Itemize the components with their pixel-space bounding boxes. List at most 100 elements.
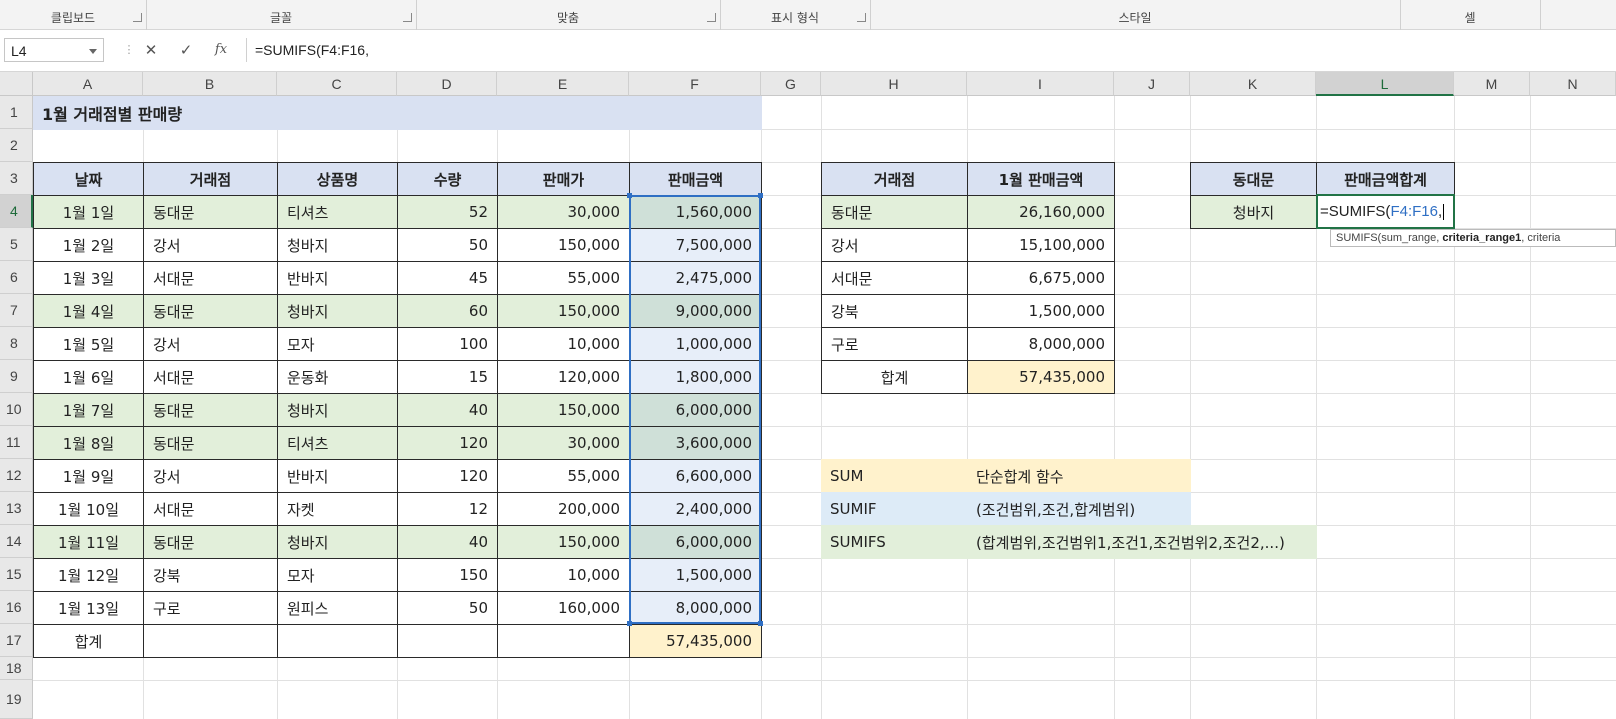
selected-range-f4-f16[interactable] [627, 193, 763, 626]
table-cell[interactable] [143, 624, 278, 658]
row-header-7[interactable]: 7 [0, 294, 33, 327]
row-header-10[interactable]: 10 [0, 393, 33, 426]
row-header-5[interactable]: 5 [0, 228, 33, 261]
formula-input[interactable]: =SUMIFS(F4:F16, [246, 38, 1612, 62]
table-cell[interactable]: 동대문 [143, 426, 278, 460]
table-cell[interactable]: 160,000 [497, 591, 630, 625]
selection-handle[interactable] [627, 193, 632, 198]
table-cell[interactable]: 청바지 [277, 525, 398, 559]
table-cell[interactable] [397, 624, 498, 658]
name-box[interactable]: L4 [4, 38, 104, 62]
table-cell[interactable]: 12 [397, 492, 498, 526]
table-cell[interactable]: 모자 [277, 327, 398, 361]
selection-handle[interactable] [758, 193, 763, 198]
note-description[interactable]: 단순합계 함수 [967, 459, 1191, 493]
table-cell[interactable]: 청바지 [277, 393, 398, 427]
note-description[interactable]: (합계범위,조건범위1,조건1,조건범위2,조건2,...) [967, 525, 1317, 559]
row-header-8[interactable]: 8 [0, 327, 33, 360]
table-cell[interactable]: 구로 [143, 591, 278, 625]
table-cell[interactable]: 모자 [277, 558, 398, 592]
summary-total-value[interactable]: 57,435,000 [967, 360, 1115, 394]
table-header[interactable]: 상품명 [277, 162, 398, 196]
table-cell[interactable]: 청바지 [277, 228, 398, 262]
table-cell[interactable]: 40 [397, 525, 498, 559]
table-cell[interactable]: 1월 6일 [33, 360, 144, 394]
summary-header[interactable]: 거래점 [821, 162, 968, 196]
table-cell[interactable]: 40 [397, 393, 498, 427]
table-cell[interactable]: 반바지 [277, 459, 398, 493]
row-header-13[interactable]: 13 [0, 492, 33, 525]
table-cell[interactable]: 150,000 [497, 525, 630, 559]
summary-cell[interactable]: 동대문 [821, 195, 968, 229]
note-function-name[interactable]: SUMIFS [821, 525, 968, 559]
table-cell[interactable]: 10,000 [497, 327, 630, 361]
table-cell[interactable]: 150,000 [497, 228, 630, 262]
column-header-e[interactable]: E [497, 72, 629, 96]
table-cell[interactable]: 120 [397, 459, 498, 493]
summary-cell[interactable]: 15,100,000 [967, 228, 1115, 262]
table-cell[interactable]: 150,000 [497, 294, 630, 328]
dialog-launcher-icon[interactable] [403, 13, 412, 22]
column-header-n[interactable]: N [1530, 72, 1616, 96]
active-cell-l4[interactable]: =SUMIFS(F4:F16, [1316, 194, 1455, 229]
table-cell[interactable]: 강서 [143, 228, 278, 262]
table-cell[interactable]: 동대문 [143, 525, 278, 559]
column-header-a[interactable]: A [33, 72, 143, 96]
table-cell[interactable]: 티셔츠 [277, 426, 398, 460]
table-cell[interactable]: 52 [397, 195, 498, 229]
row-header-17[interactable]: 17 [0, 624, 33, 657]
column-header-f[interactable]: F [629, 72, 761, 96]
table-cell[interactable]: 티셔츠 [277, 195, 398, 229]
table-cell[interactable]: 1월 8일 [33, 426, 144, 460]
table-cell[interactable]: 1월 9일 [33, 459, 144, 493]
column-header-m[interactable]: M [1454, 72, 1530, 96]
table-cell[interactable]: 200,000 [497, 492, 630, 526]
table-cell[interactable]: 강북 [143, 558, 278, 592]
criteria-header[interactable]: 판매금액합계 [1316, 162, 1455, 196]
table-cell[interactable]: 55,000 [497, 261, 630, 295]
row-header-19[interactable]: 19 [0, 680, 33, 719]
column-header-h[interactable]: H [821, 72, 967, 96]
summary-cell[interactable]: 강서 [821, 228, 968, 262]
summary-cell[interactable]: 1,500,000 [967, 294, 1115, 328]
column-header-j[interactable]: J [1114, 72, 1190, 96]
summary-cell[interactable]: 26,160,000 [967, 195, 1115, 229]
table-cell[interactable]: 서대문 [143, 360, 278, 394]
table-cell[interactable]: 100 [397, 327, 498, 361]
table-header[interactable]: 판매금액 [629, 162, 762, 196]
column-header-c[interactable]: C [277, 72, 397, 96]
summary-cell[interactable]: 8,000,000 [967, 327, 1115, 361]
selection-handle[interactable] [627, 621, 632, 626]
table-cell[interactable]: 15 [397, 360, 498, 394]
table-cell[interactable] [277, 624, 398, 658]
table-cell[interactable]: 반바지 [277, 261, 398, 295]
select-all-corner[interactable] [0, 72, 33, 96]
dialog-launcher-icon[interactable] [133, 13, 142, 22]
cell-title-a1[interactable]: 1월 거래점별 판매량 [33, 96, 762, 130]
table-cell[interactable]: 운동화 [277, 360, 398, 394]
table-cell[interactable]: 강서 [143, 327, 278, 361]
table-cell[interactable]: 1월 1일 [33, 195, 144, 229]
note-description[interactable]: (조건범위,조건,합계범위) [967, 492, 1191, 526]
table-header[interactable]: 거래점 [143, 162, 278, 196]
row-header-2[interactable]: 2 [0, 129, 33, 162]
column-header-i[interactable]: I [967, 72, 1114, 96]
row-header-12[interactable]: 12 [0, 459, 33, 492]
enter-button[interactable]: ✓ [173, 38, 199, 62]
selection-handle[interactable] [758, 621, 763, 626]
dialog-launcher-icon[interactable] [857, 13, 866, 22]
summary-cell[interactable]: 6,675,000 [967, 261, 1115, 295]
table-cell[interactable]: 45 [397, 261, 498, 295]
column-header-l[interactable]: L [1316, 72, 1454, 96]
note-function-name[interactable]: SUM [821, 459, 968, 493]
table-cell[interactable]: 150 [397, 558, 498, 592]
summary-header[interactable]: 1월 판매금액 [967, 162, 1115, 196]
row-header-16[interactable]: 16 [0, 591, 33, 624]
table-cell[interactable] [497, 624, 630, 658]
table-cell[interactable]: 동대문 [143, 195, 278, 229]
column-header-k[interactable]: K [1190, 72, 1316, 96]
table-cell[interactable]: 1월 4일 [33, 294, 144, 328]
table-cell[interactable]: 30,000 [497, 195, 630, 229]
table-cell[interactable]: 1월 11일 [33, 525, 144, 559]
row-header-15[interactable]: 15 [0, 558, 33, 591]
